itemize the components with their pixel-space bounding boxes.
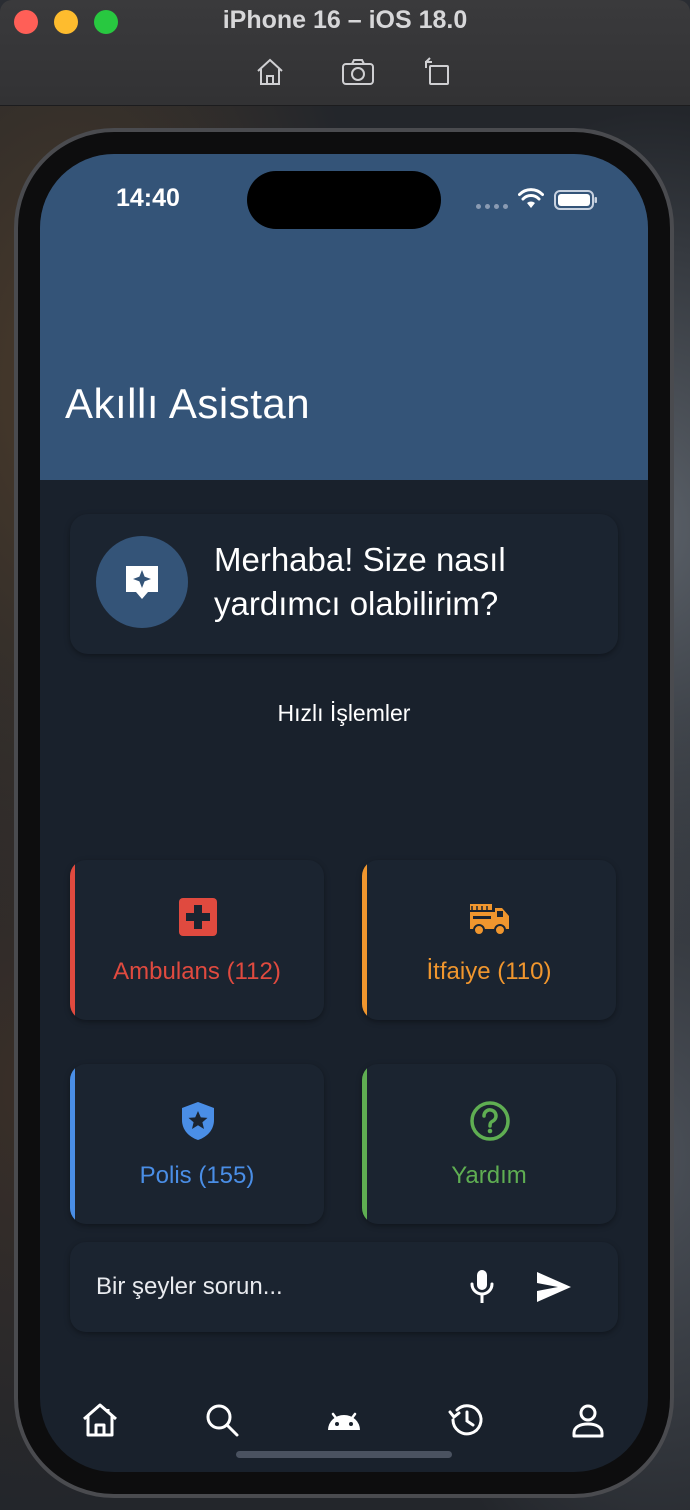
status-time: 14:40	[116, 184, 180, 212]
send-icon[interactable]	[534, 1268, 574, 1306]
fire-department-label: İtfaiye (110)	[426, 958, 552, 985]
medical-cross-icon	[177, 896, 219, 938]
card-accent-bar	[362, 1064, 367, 1224]
android-icon[interactable]	[324, 1400, 364, 1440]
help-button[interactable]: Yardım	[362, 1064, 616, 1224]
signal-icon	[476, 204, 508, 209]
rotate-icon[interactable]	[420, 54, 456, 90]
simulator-title: iPhone 16 – iOS 18.0	[222, 6, 468, 34]
assistant-avatar	[96, 536, 188, 628]
simulator-titlebar: iPhone 16 – iOS 18.0	[0, 0, 690, 106]
screenshot-icon[interactable]	[340, 54, 376, 90]
quick-actions-title: Hızlı İşlemler	[277, 700, 411, 726]
police-label: Polis (155)	[139, 1162, 255, 1189]
page-title: Akıllı Asistan	[65, 380, 311, 427]
fire-department-button[interactable]: İtfaiye (110)	[362, 860, 616, 1020]
app-header: 14:40 Akıllı Asistan	[40, 154, 648, 480]
police-button[interactable]: Polis (155)	[70, 1064, 324, 1224]
profile-icon[interactable]	[568, 1400, 608, 1440]
microphone-icon[interactable]	[466, 1268, 498, 1306]
home-icon[interactable]	[252, 54, 288, 90]
wifi-icon	[518, 188, 544, 208]
bottom-navigation	[40, 1384, 648, 1454]
police-shield-icon	[177, 1100, 219, 1142]
help-icon	[469, 1100, 511, 1142]
fire-truck-icon	[469, 896, 511, 938]
phone-screen: 14:40 Akıllı Asistan Merhaba! Size nasıl…	[40, 154, 648, 1472]
card-accent-bar	[362, 860, 367, 1020]
battery-icon	[554, 190, 597, 210]
ambulance-label: Ambulans (112)	[113, 958, 281, 985]
dynamic-island	[247, 171, 441, 229]
ambulance-button[interactable]: Ambulans (112)	[70, 860, 324, 1020]
home-indicator[interactable]	[236, 1451, 452, 1458]
help-label: Yardım	[451, 1162, 527, 1189]
greeting-text: Merhaba! Size nasıl yardımcı olabilirim?	[214, 541, 506, 622]
search-icon[interactable]	[202, 1400, 242, 1440]
card-accent-bar	[70, 860, 75, 1020]
greeting-card: Merhaba! Size nasıl yardımcı olabilirim?	[70, 514, 618, 654]
card-accent-bar	[70, 1064, 75, 1224]
assistant-chat-icon	[126, 566, 158, 599]
history-icon[interactable]	[446, 1400, 486, 1440]
home-icon[interactable]	[80, 1400, 120, 1440]
chat-input[interactable]	[96, 1266, 436, 1308]
chat-input-bar	[70, 1242, 618, 1332]
